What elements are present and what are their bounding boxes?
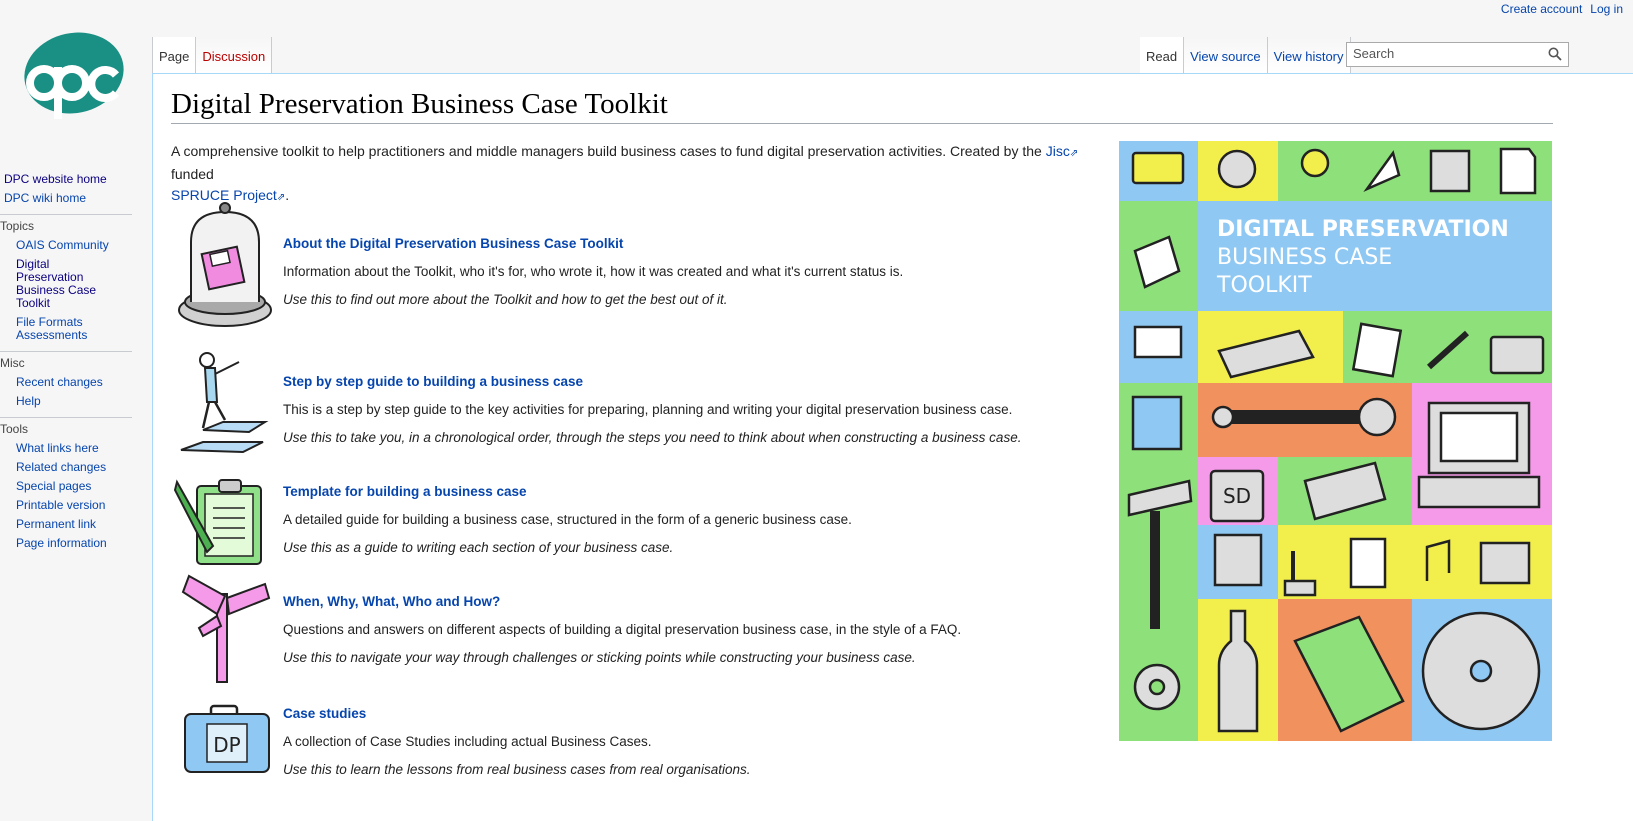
- sidebar-heading-tools: Tools: [0, 422, 29, 436]
- tab-page[interactable]: Page: [152, 37, 197, 73]
- sidebar-misc: Misc Recent changes Help: [0, 351, 152, 411]
- section-description: Information about the Toolkit, who it's …: [283, 264, 904, 279]
- search-input[interactable]: Search: [1346, 42, 1569, 67]
- sidebar-tools: Tools What links here Related changes Sp…: [0, 417, 152, 553]
- section-title-link[interactable]: Case studies: [283, 700, 1083, 728]
- intro-paragraph: A comprehensive toolkit to help practiti…: [171, 143, 1079, 203]
- tab-discussion[interactable]: Discussion: [196, 37, 273, 73]
- tab-view-history[interactable]: View history: [1267, 37, 1351, 73]
- section-faq: When, Why, What, Who and How? Questions …: [173, 574, 1073, 684]
- sidebar-item-oais-community[interactable]: OAIS Community: [0, 236, 140, 255]
- section-description: A collection of Case Studies including a…: [283, 734, 652, 749]
- page-title: Digital Preservation Business Case Toolk…: [171, 88, 1553, 124]
- search-icon[interactable]: [1548, 47, 1562, 61]
- section-title-link[interactable]: About the Digital Preservation Business …: [283, 230, 1083, 258]
- sidebar-heading-topics: Topics: [0, 219, 35, 233]
- sidebar-item-dpc-website-home[interactable]: DPC website home: [0, 170, 140, 189]
- section-usage-note: Use this to learn the lessons from real …: [283, 762, 751, 777]
- cover-title-line3: TOOLKIT: [1216, 273, 1312, 298]
- create-account-link[interactable]: Create account: [1501, 2, 1582, 16]
- section-title-link[interactable]: When, Why, What, Who and How?: [283, 588, 1083, 616]
- sidebar-item-special-pages[interactable]: Special pages: [0, 477, 140, 496]
- signpost-icon[interactable]: [173, 574, 273, 684]
- section-description: Questions and answers on different aspec…: [283, 622, 962, 637]
- section-case-studies: DP Case studies A collection of Case Stu…: [173, 702, 1073, 812]
- view-tabs: Read View source View history: [1140, 37, 1351, 73]
- cover-title-line1: DIGITAL PRESERVATION: [1217, 217, 1509, 242]
- namespace-tabs: Page Discussion: [152, 37, 273, 73]
- section-title-link[interactable]: Template for building a business case: [283, 478, 1083, 506]
- clipboard-pencil-icon[interactable]: [173, 472, 273, 572]
- sidebar-item-file-formats[interactable]: File Formats Assessments: [0, 313, 140, 345]
- jisc-link[interactable]: Jisc⇗: [1046, 143, 1079, 159]
- section-usage-note: Use this to navigate your way through ch…: [283, 650, 916, 665]
- sidebar: DPC website home DPC wiki home Topics OA…: [0, 170, 152, 559]
- sidebar-item-page-information[interactable]: Page information: [0, 534, 140, 553]
- section-description: This is a step by step guide to the key …: [283, 402, 1013, 417]
- section-step-by-step: Step by step guide to building a busines…: [173, 350, 1073, 460]
- intro-funded: funded: [171, 166, 214, 182]
- sidebar-item-printable-version[interactable]: Printable version: [0, 496, 140, 515]
- section-title-link[interactable]: Step by step guide to building a busines…: [283, 368, 1083, 396]
- intro-text: A comprehensive toolkit to help practiti…: [171, 143, 1042, 159]
- cover-sd-label: SD: [1223, 484, 1251, 508]
- dpc-logo[interactable]: [12, 31, 130, 119]
- external-link-icon: ⇗: [1069, 148, 1079, 159]
- sidebar-nav: DPC website home DPC wiki home: [0, 170, 152, 208]
- sidebar-item-recent-changes[interactable]: Recent changes: [0, 373, 140, 392]
- login-link[interactable]: Log in: [1590, 2, 1623, 16]
- sidebar-item-what-links-here[interactable]: What links here: [0, 439, 140, 458]
- sidebar-item-business-case-toolkit[interactable]: Digital Preservation Business Case Toolk…: [0, 255, 140, 313]
- briefcase-dp-label: DP: [213, 733, 240, 757]
- section-description: A detailed guide for building a business…: [283, 512, 852, 527]
- search-placeholder: Search: [1353, 46, 1395, 61]
- sidebar-item-dpc-wiki-home[interactable]: DPC wiki home: [0, 189, 140, 208]
- section-usage-note: Use this as a guide to writing each sect…: [283, 540, 674, 555]
- sidebar-item-help[interactable]: Help: [0, 392, 140, 411]
- sidebar-item-related-changes[interactable]: Related changes: [0, 458, 140, 477]
- toolkit-cover-image: DIGITAL PRESERVATION BUSINESS CASE TOOLK…: [1119, 141, 1552, 741]
- bell-jar-floppy-icon[interactable]: [173, 202, 273, 332]
- sidebar-topics: Topics OAIS Community Digital Preservati…: [0, 214, 152, 345]
- personal-tools: Create account Log in: [1501, 2, 1623, 16]
- stairs-figure-icon[interactable]: [173, 350, 273, 460]
- section-about: About the Digital Preservation Business …: [173, 202, 1073, 327]
- main-content: Digital Preservation Business Case Toolk…: [152, 73, 1633, 821]
- section-template: Template for building a business case A …: [173, 472, 1073, 582]
- sidebar-item-permanent-link[interactable]: Permanent link: [0, 515, 140, 534]
- section-usage-note: Use this to take you, in a chronological…: [283, 430, 1022, 445]
- spruce-project-link[interactable]: SPRUCE Project⇗: [171, 187, 285, 203]
- tab-read[interactable]: Read: [1140, 37, 1185, 73]
- sidebar-heading-misc: Misc: [0, 356, 25, 370]
- section-usage-note: Use this to find out more about the Tool…: [283, 292, 728, 307]
- cover-title-line2: BUSINESS CASE: [1217, 245, 1392, 270]
- tab-view-source[interactable]: View source: [1184, 37, 1268, 73]
- dp-briefcase-icon[interactable]: DP: [173, 702, 273, 782]
